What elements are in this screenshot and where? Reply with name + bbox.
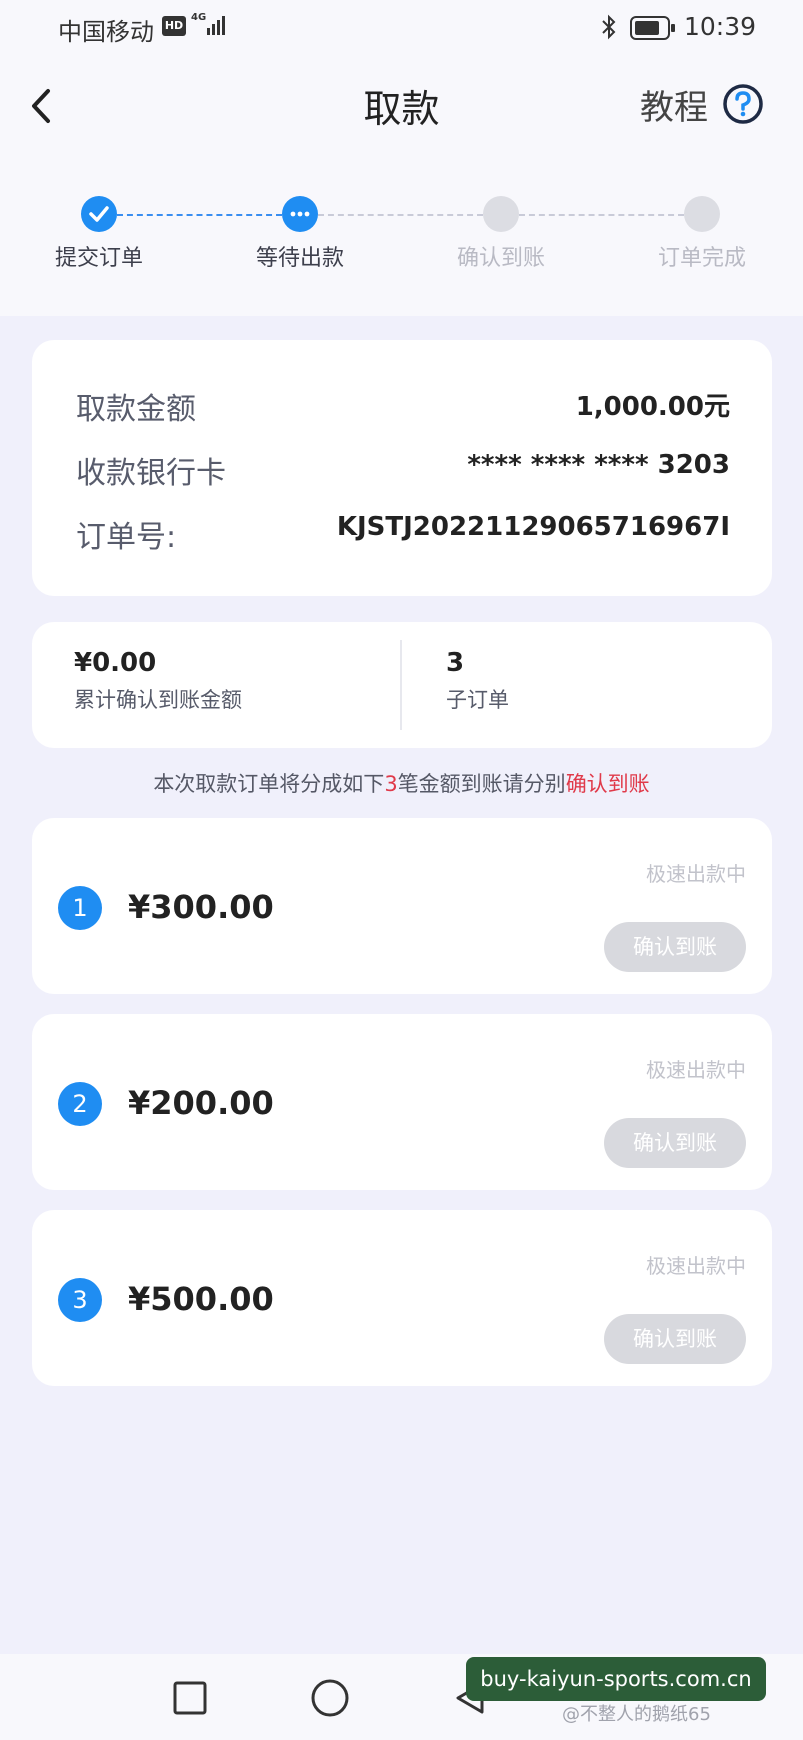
step-connector bbox=[519, 214, 684, 216]
order-info-card: 取款金额 1,000.00元 收款银行卡 **** **** **** 3203… bbox=[32, 340, 772, 596]
step-pending-dot bbox=[684, 196, 720, 232]
confirm-received-button[interactable]: 确认到账 bbox=[604, 922, 746, 972]
circle-icon[interactable] bbox=[310, 1678, 350, 1718]
network-type: 4G bbox=[191, 12, 207, 23]
ellipsis-icon bbox=[290, 211, 310, 217]
withdraw-amount-value: 1,000.00元 bbox=[575, 392, 730, 422]
battery-icon bbox=[630, 16, 675, 40]
bank-card-label: 收款银行卡 bbox=[76, 456, 226, 491]
sub-order-label: 子订单 bbox=[446, 688, 509, 712]
sub-order-card: 2 ¥200.00 极速出款中 确认到账 bbox=[32, 1014, 772, 1190]
step-done-dot bbox=[81, 196, 117, 232]
carrier-name: 中国移动 bbox=[58, 18, 154, 46]
sub-order-amount: ¥200.00 bbox=[128, 1084, 274, 1122]
watermark-credit: @不整人的鹅纸65 bbox=[562, 1704, 711, 1725]
step-label-complete: 订单完成 bbox=[657, 246, 746, 271]
bluetooth-icon bbox=[602, 14, 616, 40]
sub-order-index: 3 bbox=[58, 1278, 102, 1322]
sub-order-card: 1 ¥300.00 极速出款中 确认到账 bbox=[32, 818, 772, 994]
hd-badge: HD bbox=[162, 16, 186, 36]
order-number-value: KJSTJ20221129065716967I bbox=[336, 512, 730, 542]
order-number-label: 订单号: bbox=[76, 520, 177, 555]
step-label-submit: 提交订单 bbox=[54, 246, 143, 271]
step-connector bbox=[117, 214, 282, 216]
sub-order-index: 1 bbox=[58, 886, 102, 930]
step-current-dot bbox=[282, 196, 318, 232]
confirmed-amount-label: 累计确认到账金额 bbox=[74, 688, 242, 712]
sub-order-index: 2 bbox=[58, 1082, 102, 1126]
clock: 10:39 bbox=[684, 12, 757, 41]
sub-order-status: 极速出款中 bbox=[646, 862, 746, 886]
step-label-waiting: 等待出款 bbox=[255, 246, 344, 271]
sub-order-count: 3 bbox=[446, 648, 465, 678]
sub-order-card: 3 ¥500.00 极速出款中 确认到账 bbox=[32, 1210, 772, 1386]
question-circle-icon bbox=[723, 84, 763, 124]
watermark-banner: buy-kaiyun-sports.com.cn bbox=[466, 1657, 766, 1701]
notice-count: 3 bbox=[384, 772, 398, 796]
confirmed-amount-value: ¥0.00 bbox=[74, 648, 157, 678]
sub-order-amount: ¥500.00 bbox=[128, 1280, 274, 1318]
sub-order-status: 极速出款中 bbox=[646, 1058, 746, 1082]
notice-prefix: 本次取款订单将分成如下 bbox=[153, 772, 385, 796]
step-label-confirm: 确认到账 bbox=[456, 246, 545, 271]
signal-icon bbox=[207, 16, 225, 35]
notice-action: 确认到账 bbox=[565, 772, 650, 796]
sub-order-amount: ¥300.00 bbox=[128, 888, 274, 926]
bank-card-value: **** **** **** 3203 bbox=[467, 450, 730, 480]
step-pending-dot bbox=[483, 196, 519, 232]
page-header: 取款 教程 bbox=[0, 56, 803, 156]
square-icon[interactable] bbox=[172, 1680, 208, 1716]
notice-middle: 笔金额到账请分别 bbox=[397, 772, 566, 796]
check-icon bbox=[89, 206, 109, 222]
withdraw-amount-label: 取款金额 bbox=[76, 392, 196, 427]
stat-divider bbox=[400, 640, 402, 730]
sub-order-status: 极速出款中 bbox=[646, 1254, 746, 1278]
progress-stepper: 提交订单 等待出款 确认到账 订单完成 bbox=[0, 156, 803, 316]
confirm-received-button[interactable]: 确认到账 bbox=[604, 1314, 746, 1364]
step-connector bbox=[318, 214, 483, 216]
split-notice: 本次取款订单将分成如下3笔金额到账请分别确认到账 bbox=[0, 768, 803, 798]
confirm-received-button[interactable]: 确认到账 bbox=[604, 1118, 746, 1168]
tutorial-label: 教程 bbox=[640, 88, 708, 128]
status-bar: 中国移动 HD 4G 10:39 bbox=[0, 0, 803, 56]
summary-card: ¥0.00 累计确认到账金额 3 子订单 bbox=[32, 622, 772, 748]
